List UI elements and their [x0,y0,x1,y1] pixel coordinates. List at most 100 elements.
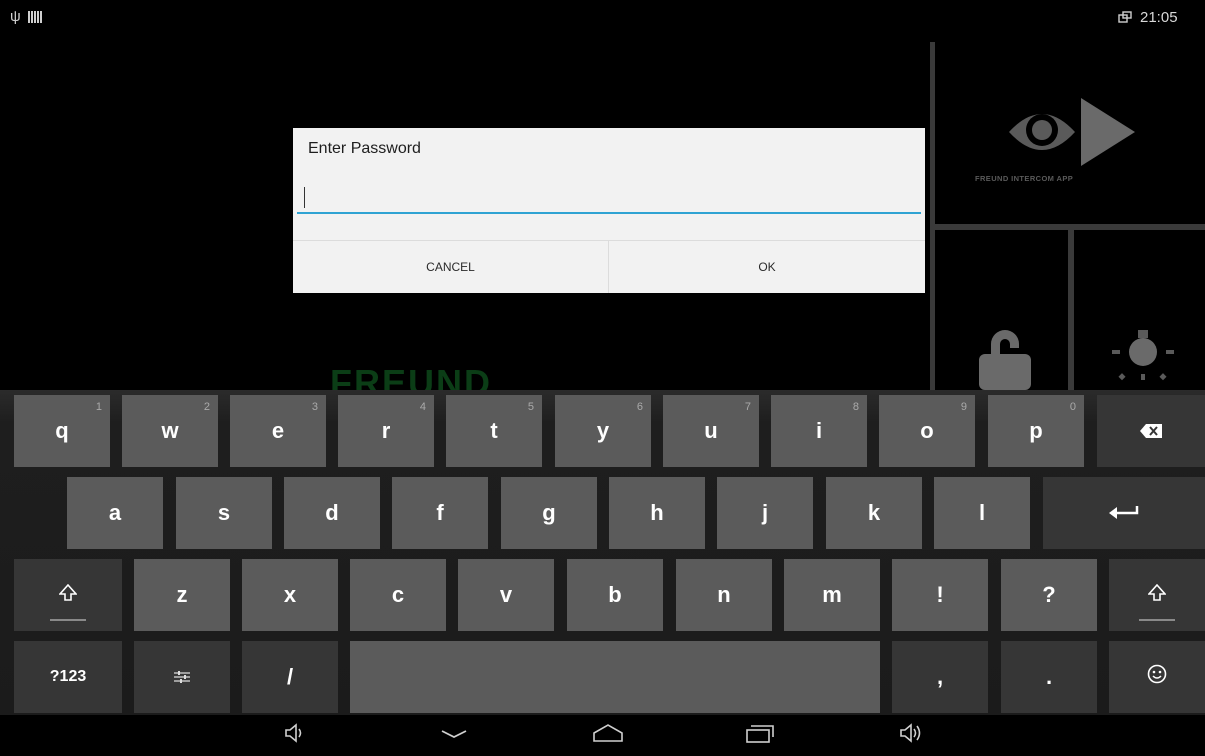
key-hint: 4 [419,401,426,413]
key-c[interactable]: c [350,559,446,631]
key-label: , [936,664,944,689]
key-question[interactable]: ? [1001,559,1097,631]
key-comma[interactable]: , [892,641,988,713]
volume-down-button[interactable] [265,719,325,751]
key-n[interactable]: n [676,559,772,631]
backspace-icon [1140,418,1162,444]
password-input[interactable] [297,180,921,214]
key-p[interactable]: 0p [988,395,1084,467]
usb-icon: ψ [10,8,21,25]
space-key[interactable] [350,641,880,713]
settings-icon [174,664,190,690]
key-slash[interactable]: / [242,641,338,713]
key-exclamation[interactable]: ! [892,559,988,631]
volume-up-button[interactable] [882,719,942,751]
logo-caption: FREUND INTERCOM APP [975,174,1074,183]
key-g[interactable]: g [501,477,597,549]
key-label: d [325,500,339,525]
light-tile[interactable] [1074,230,1205,390]
key-label: ! [936,582,944,607]
key-label: t [490,418,498,443]
key-label: x [283,582,297,607]
key-label: e [271,418,285,443]
key-label: v [499,582,513,607]
shift-icon [1147,582,1167,608]
ok-button[interactable]: OK [609,241,925,293]
cancel-button[interactable]: CANCEL [293,241,609,293]
key-y[interactable]: 6y [555,395,651,467]
eye-logo-icon [1007,94,1137,179]
key-i[interactable]: 8i [771,395,867,467]
recents-button[interactable] [730,719,790,751]
shift-icon [58,582,78,608]
key-a[interactable]: a [67,477,163,549]
key-u[interactable]: 7u [663,395,759,467]
enter-key[interactable] [1043,477,1205,549]
key-label: . [1045,664,1053,689]
key-hint: 7 [744,401,751,413]
hide-keyboard-button[interactable] [424,719,484,751]
key-label: q [55,418,69,443]
home-icon [591,723,625,748]
key-m[interactable]: m [784,559,880,631]
status-clock: 21:05 [1140,9,1178,26]
hide-keyboard-icon [440,726,468,744]
key-label: g [542,500,556,525]
unlock-tile[interactable] [935,230,1068,390]
key-label: / [286,664,294,689]
shift-indicator [1139,619,1175,621]
key-label: u [704,418,718,443]
unlock-icon [975,326,1035,395]
key-o[interactable]: 9o [879,395,975,467]
navigation-bar [0,715,1205,756]
key-r[interactable]: 4r [338,395,434,467]
key-label: ?123 [49,668,87,685]
key-x[interactable]: x [242,559,338,631]
key-w[interactable]: 2w [122,395,218,467]
key-label: j [761,500,769,525]
key-label: c [391,582,405,607]
dialog-title: Enter Password [308,140,421,157]
key-h[interactable]: h [609,477,705,549]
key-label: n [717,582,731,607]
logo-tile: FREUND INTERCOM APP [935,42,1205,224]
key-k[interactable]: k [826,477,922,549]
enter-icon [1109,500,1139,526]
key-hint: 0 [1069,401,1076,413]
key-label: i [815,418,823,443]
key-t[interactable]: 5t [446,395,542,467]
screen-connection-icon [1118,11,1132,30]
key-z[interactable]: z [134,559,230,631]
key-s[interactable]: s [176,477,272,549]
shift-key-left[interactable] [14,559,122,631]
key-j[interactable]: j [717,477,813,549]
key-d[interactable]: d [284,477,380,549]
password-dialog: Enter Password CANCEL OK [293,128,925,293]
key-label: ? [1042,582,1056,607]
key-period[interactable]: . [1001,641,1097,713]
key-q[interactable]: 1q [14,395,110,467]
key-label: p [1029,418,1043,443]
emoji-key[interactable] [1109,641,1205,713]
key-label: r [381,418,391,443]
key-label: o [920,418,934,443]
key-hint: 2 [203,401,210,413]
backspace-key[interactable] [1097,395,1205,467]
symbols-key[interactable]: ?123 [14,641,122,713]
shift-indicator [50,619,86,621]
settings-key[interactable] [134,641,230,713]
key-label: h [650,500,664,525]
key-label: y [596,418,610,443]
key-l[interactable]: l [934,477,1030,549]
key-hint: 6 [636,401,643,413]
volume-up-icon [899,722,925,748]
key-v[interactable]: v [458,559,554,631]
key-hint: 8 [852,401,859,413]
home-button[interactable] [578,719,638,751]
key-e[interactable]: 3e [230,395,326,467]
key-b[interactable]: b [567,559,663,631]
key-label: k [867,500,881,525]
shift-key-right[interactable] [1109,559,1205,631]
key-f[interactable]: f [392,477,488,549]
key-label: b [608,582,622,607]
